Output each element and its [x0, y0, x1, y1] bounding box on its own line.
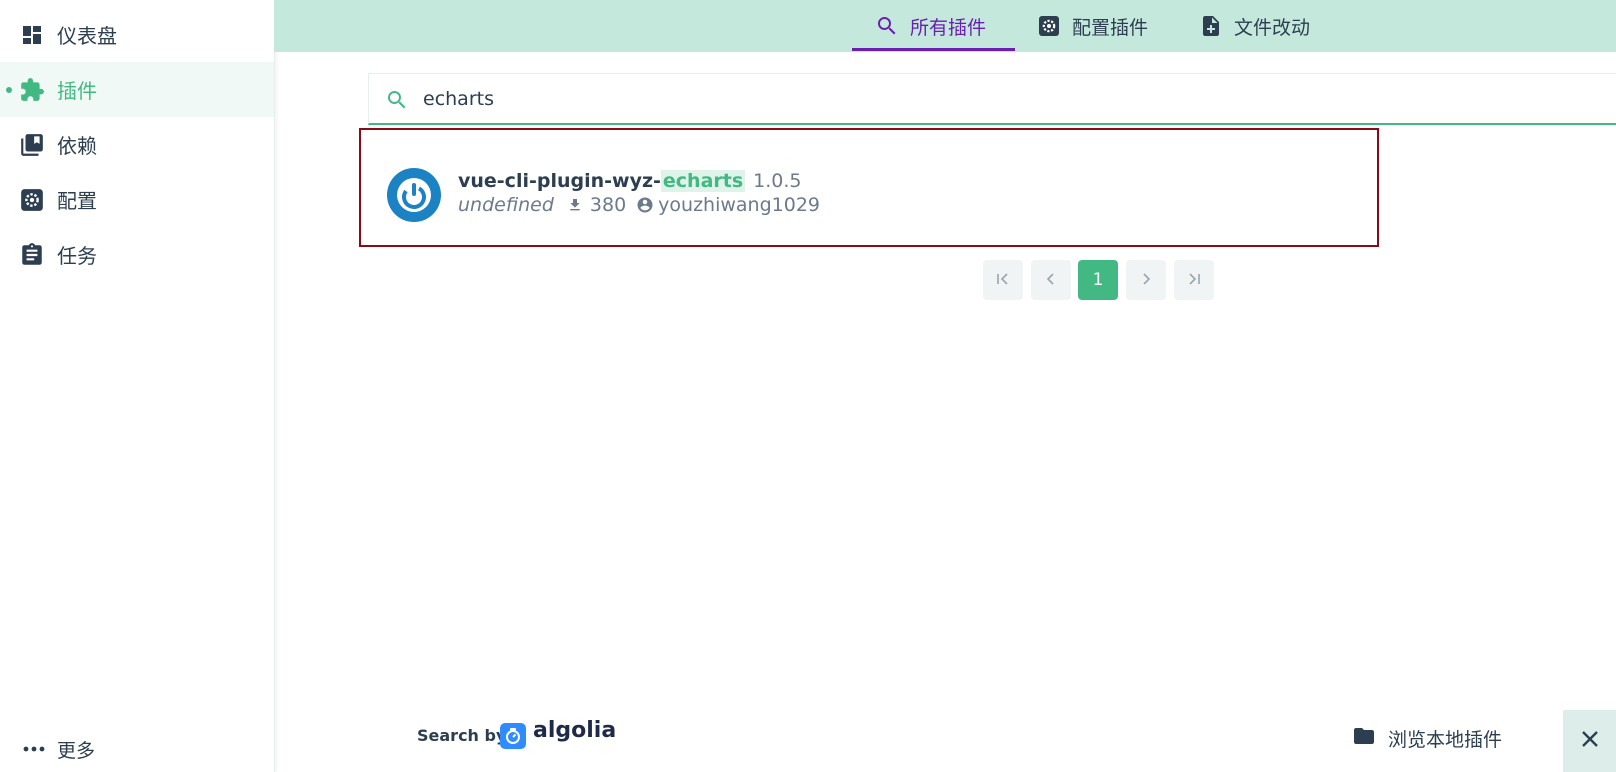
first-page-button[interactable] [983, 260, 1023, 300]
tab-label: 文件改动 [1234, 16, 1311, 39]
plugin-downloads: 380 [589, 194, 627, 216]
first-page-icon [996, 271, 1010, 290]
close-icon [1580, 729, 1600, 753]
sidebar-item-label: 依赖 [57, 134, 97, 158]
plugin-version: 1.0.5 [753, 170, 802, 192]
algolia-brand: algolia [533, 718, 617, 743]
file-plus-icon [1198, 13, 1224, 39]
sidebar-item-tasks[interactable]: 任务 [0, 227, 274, 282]
plugin-name-highlight: echarts [660, 170, 746, 192]
algolia-logo-icon [500, 723, 526, 749]
previous-page-button[interactable] [1031, 260, 1071, 300]
search-input[interactable] [423, 82, 1323, 116]
plugin-author: youzhiwang1029 [658, 194, 821, 216]
tab-label: 所有插件 [910, 16, 987, 39]
search-icon [385, 88, 409, 112]
library-books-icon [18, 131, 46, 159]
tab-configure-plugins[interactable]: 配置插件 [1036, 0, 1148, 52]
sidebar-item-label: 仪表盘 [57, 24, 117, 48]
sidebar-item-label: 配置 [57, 189, 97, 213]
plugin-logo-icon [387, 168, 441, 222]
plugin-name-prefix: vue-cli-plugin-wyz- [458, 170, 661, 192]
sidebar: 仪表盘 插件 依赖 配置 任务 更多 [0, 0, 275, 772]
clipboard-icon [18, 241, 46, 269]
folder-icon [1350, 724, 1378, 752]
more-dots-icon [20, 739, 48, 759]
last-page-button[interactable] [1174, 260, 1214, 300]
page-number-current[interactable]: 1 [1078, 260, 1118, 300]
more-button[interactable]: 更多 [0, 726, 274, 772]
top-tab-bar: 所有插件 配置插件 文件改动 [274, 0, 1616, 52]
sidebar-item-dashboard[interactable]: 仪表盘 [0, 7, 274, 62]
close-button[interactable] [1563, 710, 1616, 772]
tab-all-plugins[interactable]: 所有插件 [874, 0, 986, 52]
download-icon [566, 196, 584, 214]
search-icon [874, 13, 900, 39]
plugin-search-box[interactable] [368, 73, 1616, 125]
browse-local-plugin-button[interactable]: 浏览本地插件 [1350, 720, 1502, 756]
sidebar-item-plugins[interactable]: 插件 [0, 62, 274, 117]
sidebar-item-label: 插件 [57, 79, 97, 103]
dashboard-icon [18, 21, 46, 49]
gear-icon [18, 186, 46, 214]
sidebar-item-label: 任务 [57, 244, 97, 268]
user-icon [636, 196, 654, 214]
next-page-button[interactable] [1126, 260, 1166, 300]
chevron-right-icon [1139, 271, 1153, 290]
tab-file-changes[interactable]: 文件改动 [1198, 0, 1310, 52]
sidebar-item-dependencies[interactable]: 依赖 [0, 117, 274, 172]
chevron-left-icon [1044, 271, 1058, 290]
plugin-description: undefined [458, 194, 554, 216]
plugin-name: vue-cli-plugin-wyz-echarts 1.0.5 [458, 170, 802, 192]
plugin-result-item[interactable]: vue-cli-plugin-wyz-echarts 1.0.5 undefine… [359, 128, 1379, 247]
gear-icon [1036, 13, 1062, 39]
sidebar-item-config[interactable]: 配置 [0, 172, 274, 227]
puzzle-icon [18, 76, 46, 104]
active-tab-underline [852, 48, 1015, 51]
tab-label: 配置插件 [1072, 16, 1149, 39]
last-page-icon [1187, 271, 1201, 290]
plugin-meta: undefined 380 youzhiwang1029 [458, 194, 820, 216]
more-label: 更多 [57, 739, 96, 762]
search-by-label: Search by [417, 726, 507, 745]
browse-local-plugin-label: 浏览本地插件 [1388, 728, 1503, 751]
active-indicator [6, 86, 12, 93]
